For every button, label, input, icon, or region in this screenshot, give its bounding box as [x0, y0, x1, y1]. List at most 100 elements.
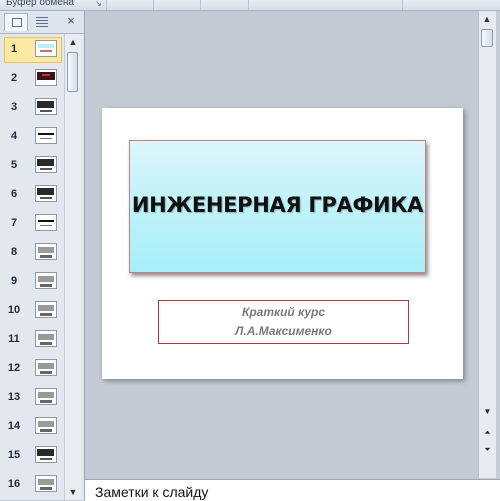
slide-thumbnail-row[interactable]: 1 [0, 37, 64, 65]
slide-thumbnail-row[interactable]: 10 [0, 298, 64, 326]
slide-number: 5 [10, 159, 18, 171]
subtitle-line-2: Л.А.Максименко [235, 324, 332, 338]
scrollbar-thumb[interactable] [481, 29, 493, 47]
slide-number: 9 [10, 275, 18, 287]
slide-number: 3 [10, 101, 18, 113]
slide-thumbnail[interactable] [35, 69, 57, 86]
scroll-up-icon[interactable]: ▲ [481, 13, 493, 25]
thumbnail-content [40, 313, 52, 316]
thumbnail-content [37, 101, 54, 108]
slide-thumbnail-row[interactable]: 8 [0, 240, 64, 268]
slide-thumbnail-row[interactable]: 14 [0, 414, 64, 442]
thumbnail-content [40, 168, 52, 170]
thumbnail-scrollbar[interactable]: ▲ ▼ [64, 34, 81, 500]
slide-thumbnail-row[interactable]: 3 [0, 95, 64, 123]
slide-title: ИНЖЕНЕРНАЯ ГРАФИКА [131, 193, 424, 217]
slide-thumbnail[interactable] [35, 40, 57, 57]
thumbnail-content [38, 133, 54, 135]
thumbnail-content [40, 458, 52, 460]
slide-thumbnail[interactable] [35, 301, 57, 318]
thumbnail-content [40, 429, 52, 432]
slide-number: 2 [10, 72, 18, 84]
thumbnail-content [38, 392, 54, 398]
outline-icon [36, 17, 48, 27]
thumbnail-content [38, 421, 54, 427]
slide-thumbnail[interactable] [35, 243, 57, 260]
slide-thumbnail-row[interactable]: 2 [0, 66, 64, 94]
slides-icon [12, 18, 22, 27]
slide-thumbnail-row[interactable]: 5 [0, 153, 64, 181]
thumbnail-content [40, 255, 52, 258]
ribbon-clipboard-group: Буфер обмена ↘ [0, 0, 500, 11]
slide-editor: ИНЖЕНЕРНАЯ ГРАФИКА Краткий курс Л.А.Макс… [85, 11, 478, 478]
slide-thumbnail-row[interactable]: 9 [0, 269, 64, 297]
slide-thumbnail-row[interactable]: 7 [0, 211, 64, 239]
ribbon-separator [153, 0, 154, 10]
notes-pane[interactable]: Заметки к слайду [85, 479, 500, 501]
thumbnail-content [42, 74, 50, 76]
thumbnail-content [40, 138, 52, 139]
slide-thumbnail-row[interactable]: 16 [0, 472, 64, 500]
ribbon-separator [402, 0, 403, 10]
ribbon-separator [200, 0, 201, 10]
subtitle-line-1: Краткий курс [241, 305, 326, 319]
slide-thumbnail-row[interactable]: 13 [0, 385, 64, 413]
slide-thumbnail-row[interactable]: 11 [0, 327, 64, 355]
close-panel-icon[interactable]: × [64, 14, 78, 28]
slide-number: 14 [7, 420, 21, 432]
slide-number: 8 [10, 246, 18, 258]
slide-thumbnail[interactable] [35, 272, 57, 289]
previous-slide-icon[interactable]: ⏶ [481, 427, 494, 438]
slide-number: 7 [10, 217, 18, 229]
slide-number: 1 [10, 43, 18, 55]
slide-thumbnail-row[interactable]: 6 [0, 182, 64, 210]
slide-thumbnail[interactable] [35, 330, 57, 347]
thumbnail-content [38, 247, 54, 253]
slide-thumbnail[interactable] [35, 214, 57, 231]
slide-thumbnail-row[interactable]: 15 [0, 443, 64, 471]
thumbnail-content [40, 342, 52, 345]
thumbnail-content [40, 487, 52, 490]
scrollbar-thumb[interactable] [67, 52, 78, 92]
thumbnail-content [37, 449, 54, 456]
next-slide-icon[interactable]: ⏷ [481, 444, 494, 455]
notes-placeholder: Заметки к слайду [95, 484, 209, 500]
slide-thumbnail[interactable] [35, 156, 57, 173]
thumbnail-content [40, 284, 52, 287]
slide-canvas[interactable]: ИНЖЕНЕРНАЯ ГРАФИКА Краткий курс Л.А.Макс… [102, 108, 463, 379]
slide-thumbnail[interactable] [35, 98, 57, 115]
outline-tab[interactable] [30, 13, 54, 31]
slides-panel: × 1 2 3 4 5 6 7 8 9 10 11 12 13 14 15 16 ▲ ▼ [0, 11, 85, 500]
scroll-down-icon[interactable]: ▼ [481, 406, 494, 417]
subtitle-placeholder[interactable]: Краткий курс Л.А.Максименко [158, 300, 409, 344]
scroll-down-icon[interactable]: ▼ [67, 486, 79, 498]
slide-number: 12 [7, 362, 21, 374]
thumbnail-content [40, 197, 52, 199]
slide-thumbnail[interactable] [35, 127, 57, 144]
slide-thumbnail[interactable] [35, 475, 57, 492]
slide-thumbnail-row[interactable]: 12 [0, 356, 64, 384]
ribbon-separator [248, 0, 249, 10]
slide-thumbnail[interactable] [35, 388, 57, 405]
thumbnail-content [38, 276, 54, 282]
title-placeholder[interactable]: ИНЖЕНЕРНАЯ ГРАФИКА [129, 140, 426, 273]
scroll-up-icon[interactable]: ▲ [67, 36, 79, 48]
clipboard-group-label: Буфер обмена [6, 0, 74, 8]
thumbnail-content [38, 305, 54, 311]
slide-thumbnail-row[interactable]: 4 [0, 124, 64, 152]
slide-number: 4 [10, 130, 18, 142]
thumbnail-content [38, 363, 54, 369]
slide-thumbnail[interactable] [35, 417, 57, 434]
slides-tab[interactable] [4, 13, 28, 31]
slide-number: 11 [8, 333, 20, 345]
slide-thumbnail[interactable] [35, 185, 57, 202]
slide-thumbnail[interactable] [35, 446, 57, 463]
dialog-launcher-icon[interactable]: ↘ [94, 0, 103, 8]
thumbnail-content [40, 50, 52, 52]
slide-number: 6 [10, 188, 18, 200]
editor-scrollbar[interactable]: ▲ ▼ ⏶ ⏷ [478, 11, 496, 478]
slide-thumbnail[interactable] [35, 359, 57, 376]
thumbnail-content [40, 225, 52, 226]
slide-number: 16 [7, 478, 21, 490]
thumbnail-content [38, 334, 54, 340]
